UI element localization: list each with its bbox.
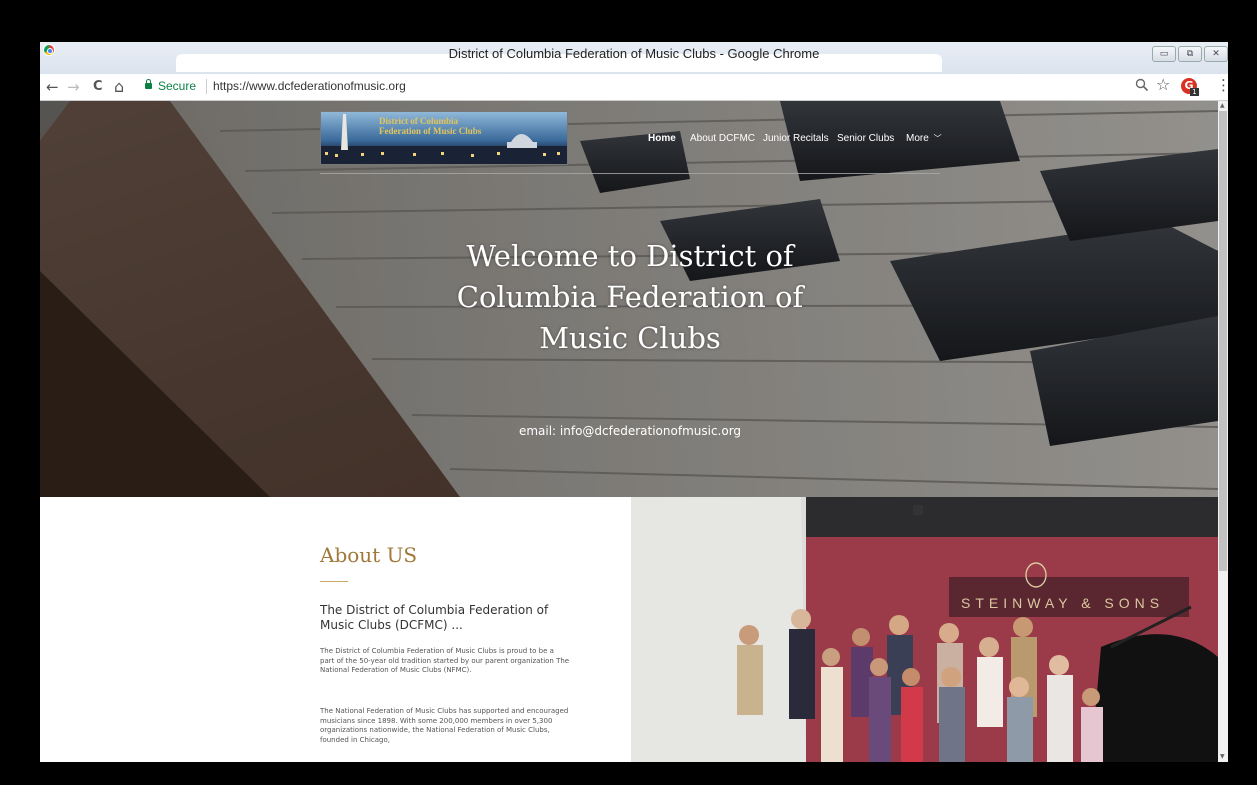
scrollbar-thumb[interactable] — [1219, 111, 1227, 571]
steinway-sign: STEINWAY & SONS — [961, 595, 1164, 611]
browser-window: District of Columbia Federation of Music… — [40, 42, 1231, 762]
url-separator — [206, 79, 207, 94]
extension-badge: 1 — [1190, 88, 1199, 96]
page-scrollbar[interactable]: ▲ ▼ — [1218, 101, 1228, 762]
about-heading: About US — [320, 543, 418, 567]
hero-title: Welcome to District of Columbia Federati… — [456, 239, 804, 355]
about-paragraph-2: The National Federation of Music Clubs h… — [320, 707, 569, 744]
browser-toolbar: ← → C ⌂ Secure https://www.dcfederationo… — [40, 74, 1231, 101]
nav-about-dcfmc[interactable]: About DCFMC — [690, 133, 755, 144]
home-button[interactable]: ⌂ — [114, 78, 124, 96]
nav-senior-clubs[interactable]: Senior Clubs — [837, 133, 894, 144]
hero-section: District of Columbia Federation of Music… — [40, 101, 1218, 497]
students-photo-image: STEINWAY & SONS — [631, 497, 1218, 762]
url-text[interactable]: https://www.dcfederationofmusic.org — [213, 79, 406, 93]
nav-divider — [320, 173, 940, 174]
chevron-down-icon: ﹀ — [933, 134, 942, 143]
nav-home[interactable]: Home — [648, 133, 676, 144]
about-subheading: The District of Columbia Federation of M… — [320, 603, 549, 632]
hero-email[interactable]: email: info@dcfederationofmusic.org — [425, 424, 835, 438]
minimize-button[interactable]: ▭ — [1152, 46, 1176, 62]
restore-button[interactable]: ⧉ — [1178, 46, 1202, 62]
bookmark-star-icon[interactable]: ☆ — [1156, 75, 1170, 94]
back-button[interactable]: ← — [46, 78, 59, 96]
nav-more[interactable]: More ﹀ — [906, 133, 942, 144]
reload-button[interactable]: C — [93, 78, 103, 96]
group-photo: STEINWAY & SONS — [631, 497, 1218, 762]
about-section: About US The District of Columbia Federa… — [40, 497, 631, 762]
address-bar[interactable]: Secure https://www.dcfederationofmusic.o… — [141, 77, 1171, 97]
nav-more-label: More — [906, 133, 929, 144]
scroll-down-icon[interactable]: ▼ — [1220, 753, 1225, 760]
logo-line-1: District of Columbia — [379, 116, 458, 126]
zoom-icon[interactable] — [1135, 78, 1149, 96]
menu-icon[interactable]: ⋮ — [1216, 76, 1231, 94]
lock-icon — [145, 79, 152, 89]
secure-label: Secure — [158, 79, 197, 93]
scroll-up-icon[interactable]: ▲ — [1220, 102, 1225, 109]
forward-button[interactable]: → — [67, 78, 80, 96]
site-logo[interactable]: District of Columbia Federation of Music… — [320, 111, 568, 165]
logo-text: District of Columbia Federation of Music… — [379, 116, 481, 136]
about-paragraph-1: The District of Columbia Federation of M… — [320, 647, 570, 674]
title-bar: District of Columbia Federation of Music… — [40, 42, 1228, 74]
nav-junior-recitals[interactable]: Junior Recitals — [763, 133, 829, 144]
about-heading-underline — [320, 581, 348, 582]
logo-line-2: Federation of Music Clubs — [379, 126, 482, 136]
window-title: District of Columbia Federation of Music… — [448, 46, 820, 61]
page-viewport: District of Columbia Federation of Music… — [40, 101, 1218, 762]
close-button[interactable]: ✕ — [1204, 46, 1228, 62]
